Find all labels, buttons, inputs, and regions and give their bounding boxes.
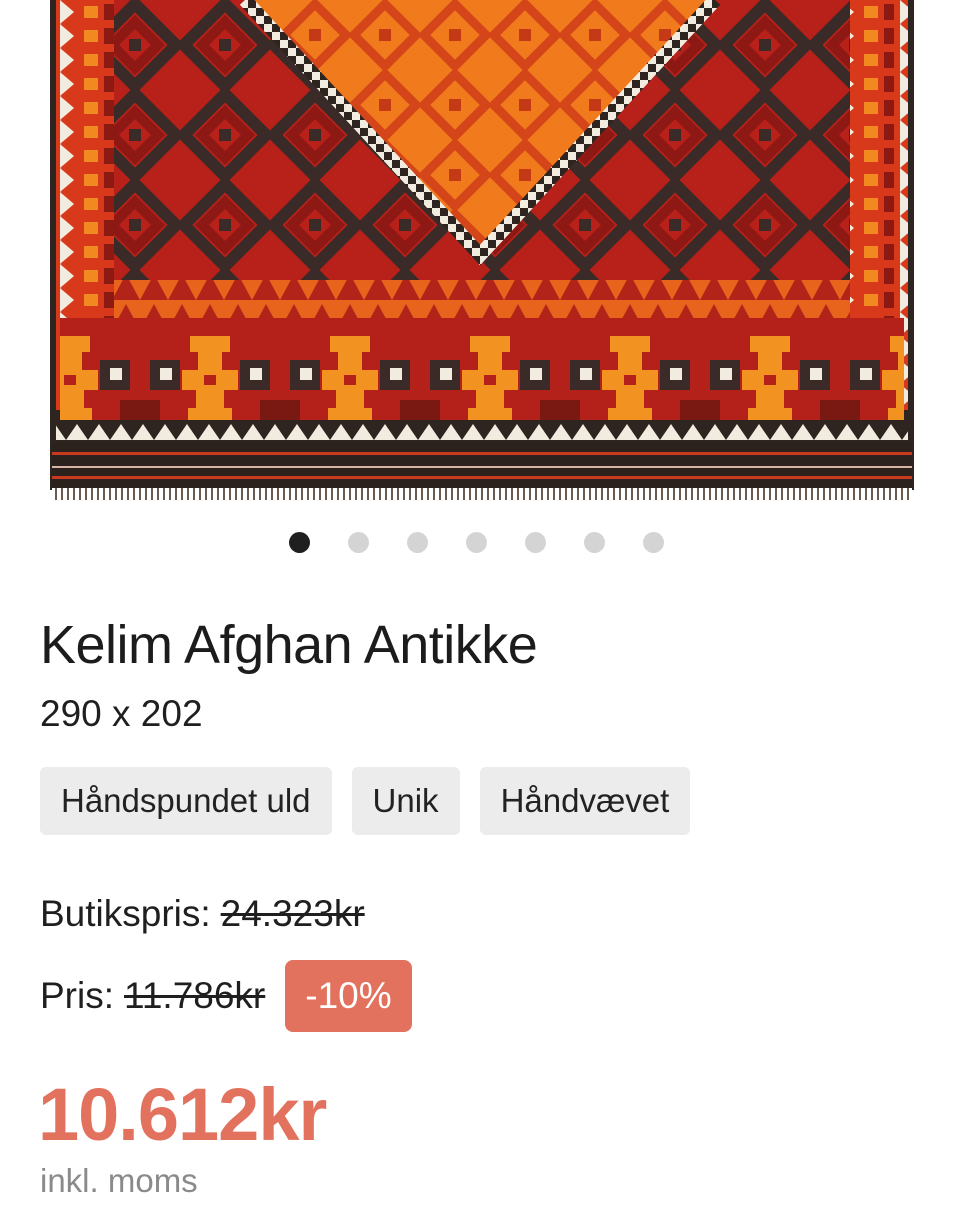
- product-image[interactable]: [0, 0, 960, 505]
- price-value: 11.786kr: [124, 975, 266, 1016]
- tag-handspun-wool: Håndspundet uld: [40, 767, 332, 835]
- product-size: 290 x 202: [40, 693, 203, 734]
- shop-price-line: Butikspris: 24.323kr: [40, 893, 365, 935]
- carousel-dot-7[interactable]: [643, 532, 664, 553]
- final-price: 10.612kr: [38, 1073, 327, 1156]
- carousel-dot-4[interactable]: [466, 532, 487, 553]
- carousel-dot-3[interactable]: [407, 532, 428, 553]
- carousel-dot-5[interactable]: [525, 532, 546, 553]
- product-tags: Håndspundet uld Unik Håndvævet: [40, 767, 691, 835]
- price-label: Pris:: [40, 975, 114, 1016]
- vat-note: inkl. moms: [40, 1162, 198, 1199]
- carousel-dot-1[interactable]: [289, 532, 310, 553]
- shop-price-label: Butikspris:: [40, 893, 211, 934]
- carousel-dot-6[interactable]: [584, 532, 605, 553]
- product-title: Kelim Afghan Antikke: [40, 615, 538, 675]
- shop-price-value: 24.323kr: [220, 893, 365, 934]
- carousel-dot-2[interactable]: [348, 532, 369, 553]
- carousel-dots: [289, 532, 664, 553]
- tag-unique: Unik: [351, 767, 460, 835]
- regular-price-line: Pris: 11.786kr -10%: [40, 960, 412, 1032]
- discount-badge: -10%: [285, 960, 412, 1032]
- tag-handwoven: Håndvævet: [479, 767, 691, 835]
